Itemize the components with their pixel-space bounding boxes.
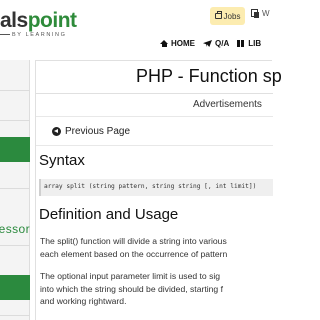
nav-divider [36, 145, 273, 146]
sidebar-divider [0, 245, 30, 246]
sidebar-divider [0, 120, 30, 121]
sidebar-item-active[interactable] [0, 137, 30, 162]
title-divider [36, 93, 273, 94]
nav-qa-label: Q/A [215, 39, 230, 48]
previous-page-label: Previous Page [65, 126, 131, 137]
jobs-button[interactable]: Jobs [210, 7, 245, 25]
paragraph-line: into which the string should be divided,… [40, 283, 223, 294]
ads-divider [36, 116, 273, 117]
previous-page-link[interactable]: Previous Page [52, 126, 130, 137]
jobs-label: Jobs [223, 11, 241, 21]
sidebar-divider [0, 188, 30, 189]
paragraph-line: The split() function will divide a strin… [40, 236, 227, 246]
w-link[interactable]: W [251, 9, 270, 18]
definition-heading: Definition and Usage [39, 206, 179, 223]
nav-home[interactable]: HOME [160, 39, 195, 48]
logo-text-part2: point [27, 9, 77, 32]
logo-tagline: BY LEARNING [0, 32, 66, 38]
syntax-code: array split (string pattern, string stri… [44, 183, 257, 190]
syntax-heading: Syntax [39, 152, 85, 169]
top-nav: HOME Q/A LIB [160, 39, 261, 48]
nav-home-label: HOME [171, 39, 195, 48]
advertisements-label: Advertisements [193, 99, 262, 110]
left-sidebar: essor [0, 60, 30, 320]
syntax-code-block: array split (string pattern, string stri… [39, 179, 273, 196]
nav-library[interactable]: LIB [237, 39, 261, 48]
w-label: W [262, 9, 270, 18]
definition-paragraph-2: The optional input parameter limit is us… [40, 270, 280, 308]
sidebar-divider [0, 90, 30, 91]
qa-icon [203, 40, 212, 47]
definition-paragraph-1: The split() function will divide a strin… [40, 235, 280, 260]
page-title: PHP - Function sp [136, 66, 282, 86]
sidebar-item-highlight[interactable] [0, 275, 30, 300]
sidebar-item-processor[interactable]: essor [0, 220, 30, 238]
paragraph-line: each element based on the occurrence of … [40, 248, 228, 259]
home-icon [160, 40, 168, 47]
paragraph-line: and working rightward. [40, 296, 127, 306]
tagline-line [0, 34, 10, 36]
library-icon [237, 40, 245, 47]
site-header: alspoint BY LEARNING Jobs W HOME Q/A LIB [0, 0, 272, 55]
circle-arrow-left-icon [52, 127, 61, 136]
site-logo[interactable]: alspoint [0, 10, 77, 32]
paragraph-line: The optional input parameter limit is us… [40, 271, 221, 281]
briefcase-icon [214, 11, 222, 19]
nav-qa[interactable]: Q/A [203, 39, 229, 48]
copy-icon [251, 9, 259, 18]
tagline-text: BY LEARNING [12, 32, 67, 38]
logo-text-part1: als [0, 9, 28, 32]
nav-library-label: LIB [248, 39, 262, 48]
sidebar-item-label: essor [0, 222, 30, 236]
main-content: PHP - Function sp Advertisements Previou… [35, 60, 282, 320]
sidebar-divider [0, 315, 30, 316]
